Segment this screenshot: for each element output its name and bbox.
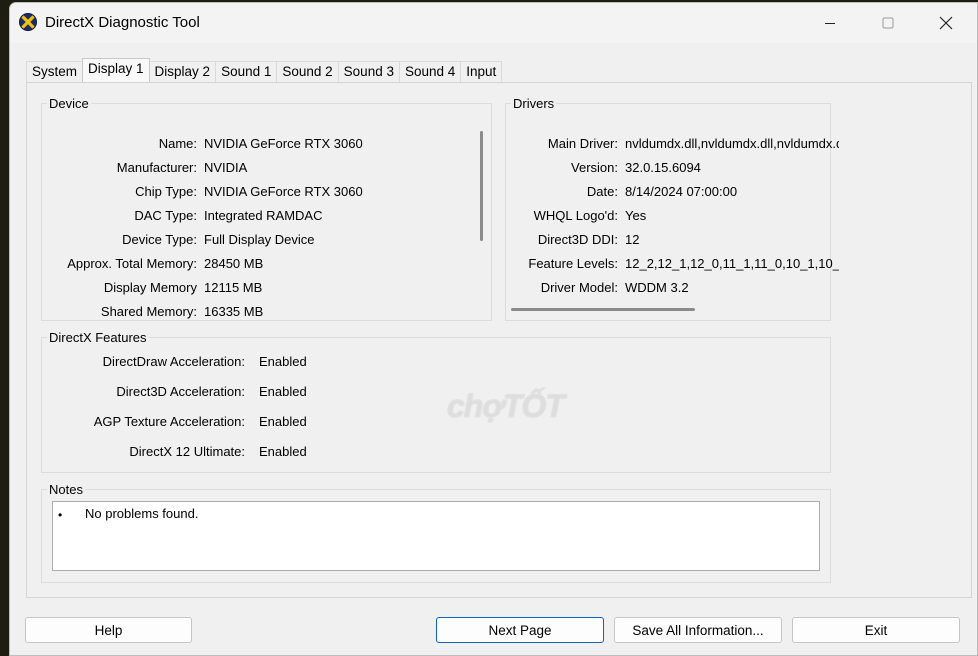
- window-title: DirectX Diagnostic Tool: [45, 14, 200, 31]
- device-row: Approx. Total Memory: 28450 MB: [45, 256, 475, 274]
- device-row-label: Device Type:: [122, 232, 197, 247]
- drivers-group-title: Drivers: [511, 96, 557, 111]
- exit-button[interactable]: Exit: [792, 617, 960, 643]
- drivers-row-value: 8/14/2024 07:00:00: [625, 184, 738, 199]
- drivers-row: Feature Levels: 12_2,12_1,12_0,11_1,11_0,…: [511, 256, 839, 274]
- drivers-row-label: Direct3D DDI:: [537, 232, 618, 247]
- drivers-row-label: Version:: [571, 160, 618, 175]
- maximize-icon: [882, 17, 894, 29]
- tab-strip: System Display 1 Display 2 Sound 1 Sound…: [26, 58, 503, 82]
- device-row-label: Manufacturer:: [116, 160, 197, 175]
- device-row: Chip Type: NVIDIA GeForce RTX 3060: [45, 184, 475, 202]
- features-row-label: Direct3D Acceleration:: [116, 384, 245, 399]
- device-row-label: Approx. Total Memory:: [67, 256, 197, 271]
- features-row: DirectDraw Acceleration: Enabled: [47, 354, 547, 372]
- features-row-value: Enabled: [259, 444, 307, 459]
- title-bar[interactable]: DirectX Diagnostic Tool: [10, 3, 977, 43]
- drivers-row: Direct3D DDI: 12: [511, 232, 839, 250]
- drivers-row: Driver Model: WDDM 3.2: [511, 280, 839, 298]
- device-row: Name: NVIDIA GeForce RTX 3060: [45, 136, 475, 154]
- drivers-row-value: nvldumdx.dll,nvldumdx.dll,nvldumdx.d: [625, 136, 839, 151]
- device-group-title: Device: [47, 96, 91, 111]
- drivers-row-label: Date:: [586, 184, 618, 199]
- notes-title: Notes: [47, 482, 85, 497]
- drivers-row-label: Main Driver:: [547, 136, 618, 151]
- drivers-row-value: 32.0.15.6094: [625, 160, 701, 175]
- drivers-row-label: WHQL Logo'd:: [533, 208, 618, 223]
- device-row-label: Chip Type:: [135, 184, 197, 199]
- maximize-button[interactable]: [870, 11, 906, 35]
- device-row: DAC Type: Integrated RAMDAC: [45, 208, 475, 226]
- directx-app-icon: [19, 13, 37, 31]
- drivers-row: Date: 8/14/2024 07:00:00: [511, 184, 839, 202]
- device-row-value: Integrated RAMDAC: [204, 208, 323, 223]
- features-row-label: AGP Texture Acceleration:: [93, 414, 245, 429]
- drivers-row-label: Driver Model:: [540, 280, 618, 295]
- device-row-label: Name:: [158, 136, 197, 151]
- features-row-value: Enabled: [259, 354, 307, 369]
- drivers-row-value: Yes: [625, 208, 647, 223]
- tab-display-1[interactable]: Display 1: [82, 58, 150, 82]
- notes-bullet: •: [58, 508, 63, 522]
- dxdiag-window: DirectX Diagnostic Tool System Display 1…: [9, 2, 978, 656]
- drivers-row-value: 12_2,12_1,12_0,11_1,11_0,10_1,10_(: [625, 256, 839, 271]
- next-page-button[interactable]: Next Page: [436, 617, 604, 643]
- drivers-row-value: 12: [625, 232, 640, 247]
- tab-system[interactable]: System: [26, 61, 84, 82]
- help-button[interactable]: Help: [25, 617, 192, 643]
- close-icon: [939, 16, 953, 30]
- directx-features-title: DirectX Features: [47, 330, 149, 345]
- features-row-value: Enabled: [259, 414, 307, 429]
- tab-sound-4[interactable]: Sound 4: [398, 61, 462, 82]
- tab-sound-2[interactable]: Sound 2: [276, 61, 339, 82]
- features-row-label: DirectDraw Acceleration:: [102, 354, 245, 369]
- device-row-value: NVIDIA GeForce RTX 3060: [204, 136, 363, 151]
- device-row-value: 16335 MB: [204, 304, 264, 319]
- save-all-information-button[interactable]: Save All Information...: [614, 617, 782, 643]
- notes-text: No problems found.: [85, 506, 199, 521]
- drivers-row-label: Feature Levels:: [528, 256, 618, 271]
- drivers-row: WHQL Logo'd: Yes: [511, 208, 839, 226]
- device-row-label: Shared Memory:: [100, 304, 197, 319]
- tab-sound-1[interactable]: Sound 1: [215, 61, 278, 82]
- drivers-row-value: WDDM 3.2: [625, 280, 689, 295]
- features-row: DirectX 12 Ultimate: Enabled: [47, 444, 547, 462]
- device-row: Shared Memory: 16335 MB: [45, 304, 475, 322]
- features-row-value: Enabled: [259, 384, 307, 399]
- device-row-value: 28450 MB: [204, 256, 264, 271]
- tab-display-2[interactable]: Display 2: [148, 61, 217, 82]
- minimize-button[interactable]: [812, 11, 848, 35]
- device-row: Device Type: Full Display Device: [45, 232, 475, 250]
- device-row-value: 12115 MB: [204, 280, 263, 295]
- close-button[interactable]: [928, 11, 964, 35]
- device-scrollbar-thumb[interactable]: [480, 131, 483, 241]
- device-row-value: NVIDIA: [204, 160, 248, 175]
- drivers-row: Main Driver: nvldumdx.dll,nvldumdx.dll,nv…: [511, 136, 839, 154]
- minimize-icon: [825, 23, 835, 24]
- drivers-row: Version: 32.0.15.6094: [511, 160, 839, 178]
- features-row-label: DirectX 12 Ultimate:: [129, 444, 245, 459]
- tab-input[interactable]: Input: [460, 61, 503, 82]
- watermark-logo: chợTỐT: [447, 388, 565, 424]
- device-row-label: DAC Type:: [134, 208, 197, 223]
- tab-sound-3[interactable]: Sound 3: [337, 61, 400, 82]
- drivers-horizontal-scrollbar-thumb[interactable]: [511, 308, 695, 311]
- device-row-value: Full Display Device: [204, 232, 315, 247]
- device-row-label: Display Memory: [103, 280, 197, 295]
- device-row: Display Memory 12115 MB: [45, 280, 475, 298]
- device-row: Manufacturer: NVIDIA: [45, 160, 475, 178]
- notes-textbox[interactable]: • No problems found.: [52, 501, 820, 571]
- display-tab-panel: Device Name: NVIDIA GeForce RTX 3060 Manuf…: [26, 82, 972, 598]
- device-row-value: NVIDIA GeForce RTX 3060: [204, 184, 363, 199]
